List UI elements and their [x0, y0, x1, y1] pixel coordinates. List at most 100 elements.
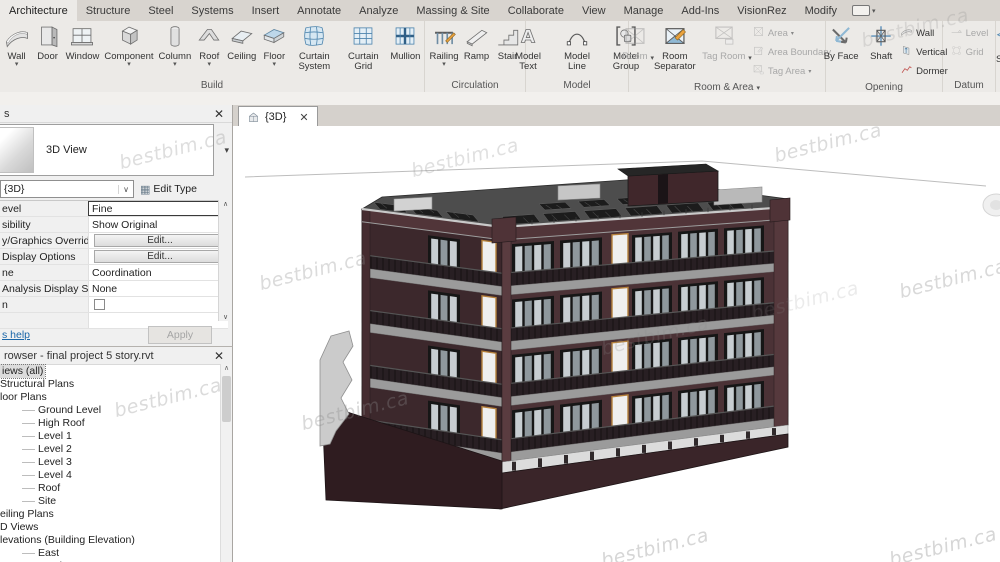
tree-connector — [22, 462, 35, 463]
tool-railing[interactable]: Railing▾ — [427, 22, 460, 68]
tool-tag-room[interactable]: Tag Room▾ — [700, 22, 748, 63]
property-row-evel: evelFine — [0, 201, 228, 217]
tree-item-loor-plans[interactable]: loor Plans — [0, 391, 221, 404]
tree-item-east[interactable]: East — [0, 547, 221, 560]
mullion-icon — [392, 23, 418, 51]
property-value[interactable]: None — [88, 281, 228, 296]
chevron-down-icon[interactable]: ▾ — [224, 145, 229, 156]
tool-label: Curtain System — [292, 52, 336, 73]
tree-item-high-roof[interactable]: High Roof — [0, 417, 221, 430]
tool-ramp[interactable]: Ramp — [462, 22, 492, 63]
tool-by-face[interactable]: By Face — [817, 22, 865, 63]
tool-ceiling[interactable]: Ceiling — [225, 22, 258, 63]
ribbon-tab-collaborate[interactable]: Collaborate — [499, 0, 573, 21]
tool-tag-area[interactable]: Tag Area▾ — [750, 62, 833, 80]
tool-door[interactable]: Door — [33, 22, 63, 63]
tool-roof[interactable]: Roof▾ — [194, 22, 224, 68]
property-value[interactable]: Coordination — [88, 265, 228, 280]
room-icon — [622, 23, 648, 51]
tree-item-label: eiling Plans — [0, 508, 54, 521]
tool-curtain-system[interactable]: Curtain System — [290, 22, 338, 74]
chevron-down-icon: ▾ — [791, 30, 794, 37]
tree-item-iews-all[interactable]: iews (all) — [0, 365, 221, 378]
property-value[interactable]: Edit... — [88, 233, 228, 248]
tool-window[interactable]: Window — [64, 22, 102, 63]
tag-room-icon — [711, 23, 737, 51]
view-tab-close-icon[interactable]: ✕ — [299, 111, 308, 124]
ribbon-tab-systems[interactable]: Systems — [182, 0, 242, 21]
properties-scrollbar[interactable]: ∧∨ — [218, 200, 232, 321]
ribbon-tab-add-ins[interactable]: Add-Ins — [672, 0, 728, 21]
ribbon-tab-modify[interactable]: Modify — [796, 0, 846, 21]
3d-viewport[interactable] — [233, 126, 1000, 562]
tree-item-label: levations (Building Elevation) — [0, 534, 135, 547]
tool-curtain-grid[interactable]: Curtain Grid — [339, 22, 387, 74]
chevron-down-icon: ▾ — [756, 84, 760, 92]
view-tab-3d[interactable]: {3D} ✕ — [238, 106, 318, 127]
tree-item-level-1[interactable]: Level 1 — [0, 430, 221, 443]
tree-item-ground-level[interactable]: Ground Level — [0, 404, 221, 417]
revit-window: ArchitectureStructureSteelSystemsInsertA… — [0, 0, 1000, 562]
tool-level[interactable]: Level — [948, 24, 991, 42]
edit-type-button[interactable]: ▦ Edit Type — [138, 180, 199, 198]
tool-wall[interactable]: Wall▾ — [2, 22, 32, 68]
tool-label: Mullion — [390, 52, 420, 62]
tool-room[interactable]: Room — [620, 22, 650, 63]
ribbon-tab-architecture[interactable]: Architecture — [0, 0, 77, 21]
view-type-combo[interactable]: {3D} ∨ — [0, 180, 134, 198]
tree-connector — [22, 501, 35, 502]
type-selector[interactable]: 3D View ▾ — [0, 124, 214, 176]
edit-button[interactable]: Edit... — [94, 234, 226, 247]
property-row-display-options: Display OptionsEdit... — [0, 249, 228, 265]
ribbon-tab-massing-site[interactable]: Massing & Site — [407, 0, 498, 21]
properties-close-icon[interactable]: ✕ — [210, 107, 228, 121]
tool-grid[interactable]: Grid — [948, 43, 991, 61]
tree-item-roof[interactable]: Roof — [0, 482, 221, 495]
tree-item-d-views[interactable]: D Views — [0, 521, 221, 534]
component-icon — [116, 23, 142, 51]
apply-button[interactable]: Apply — [148, 326, 212, 344]
edit-button[interactable]: Edit... — [94, 250, 226, 263]
panel-label-datum: Datum — [943, 78, 995, 92]
tool-model-line[interactable]: Model Line — [553, 22, 601, 74]
tool-model-text[interactable]: AModel Text — [504, 22, 552, 74]
wall-icon — [4, 23, 30, 51]
tree-item-level-2[interactable]: Level 2 — [0, 443, 221, 456]
ribbon-tab-annotate[interactable]: Annotate — [288, 0, 350, 21]
tool-label: Area — [768, 28, 788, 39]
tool-component[interactable]: Component▾ — [102, 22, 155, 68]
tree-item-level-4[interactable]: Level 4 — [0, 469, 221, 482]
tree-item-levations-building-elevation[interactable]: levations (Building Elevation) — [0, 534, 221, 547]
properties-help-link[interactable]: s help — [0, 329, 148, 341]
browser-scrollbar[interactable]: ∧ — [220, 364, 232, 562]
tree-item-label: High Roof — [38, 417, 85, 430]
tool-floor[interactable]: Floor▾ — [259, 22, 289, 68]
tool-label: Model Text — [506, 52, 550, 73]
ribbon-tab-analyze[interactable]: Analyze — [350, 0, 407, 21]
ribbon-tab-insert[interactable]: Insert — [243, 0, 289, 21]
ribbon-tab-visionrez[interactable]: VisionRez — [728, 0, 795, 21]
ribbon-tab-steel[interactable]: Steel — [139, 0, 182, 21]
tool-shaft[interactable]: Shaft — [866, 22, 896, 63]
property-value[interactable]: Edit... — [88, 249, 228, 264]
tool-mullion[interactable]: Mullion — [388, 22, 422, 63]
tree-item-level-3[interactable]: Level 3 — [0, 456, 221, 469]
property-value[interactable] — [88, 297, 228, 312]
ribbon-tab-structure[interactable]: Structure — [77, 0, 140, 21]
property-value[interactable]: Show Original — [88, 217, 228, 232]
tree-item-site[interactable]: Site — [0, 495, 221, 508]
tool-column[interactable]: Column▾ — [157, 22, 194, 68]
building-model — [233, 126, 1000, 562]
browser-close-icon[interactable]: ✕ — [210, 349, 228, 363]
ribbon-tab-view[interactable]: View — [573, 0, 615, 21]
ribbon-tab-manage[interactable]: Manage — [615, 0, 673, 21]
tree-item-eiling-plans[interactable]: eiling Plans — [0, 508, 221, 521]
ribbon-state-icon — [852, 5, 870, 16]
curtain-system-icon — [301, 23, 327, 51]
tree-item-structural-plans[interactable]: Structural Plans — [0, 378, 221, 391]
tool-se-partial[interactable]: Se — [996, 21, 1000, 92]
property-value[interactable]: Fine — [88, 201, 228, 216]
ribbon-display-toggle[interactable]: ▾ — [852, 5, 876, 16]
checkbox[interactable] — [94, 299, 105, 310]
tool-room-separator[interactable]: Room Separator — [651, 22, 699, 74]
